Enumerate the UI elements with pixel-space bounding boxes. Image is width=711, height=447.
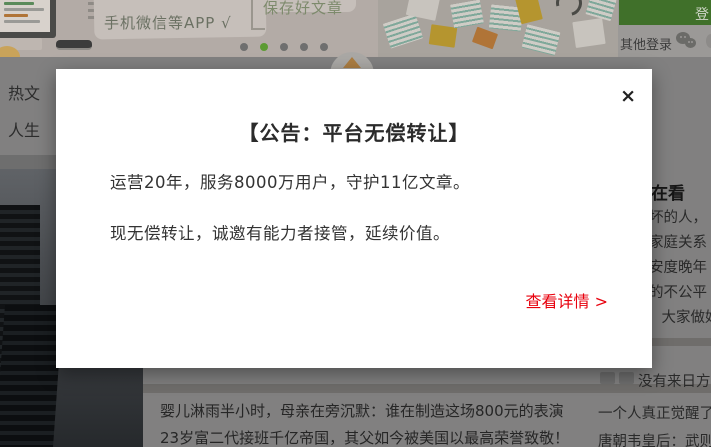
list-item[interactable]: 坏的人，: [649, 206, 707, 227]
sidebar-item-hot[interactable]: 热文: [8, 80, 40, 104]
banner-save-text: 保存好文章: [263, 0, 343, 18]
carousel-dot[interactable]: [300, 43, 308, 51]
close-icon[interactable]: ×: [620, 87, 636, 106]
modal-body-line: 运营20年，服务8000万用户，守护11亿文章。: [110, 169, 470, 193]
phone-illustration: [56, 40, 92, 50]
list-item[interactable]: 的不公平: [649, 281, 707, 302]
modal-body-line: 现无偿转让，诚邀有能力者接管，延续价值。: [110, 220, 450, 244]
list-item[interactable]: 一个人真正觉醒了: [598, 402, 711, 423]
wechat-icon[interactable]: [676, 32, 700, 52]
carousel-dots: [240, 43, 328, 51]
banner-slide-text: 手机微信等APP √: [104, 12, 232, 33]
article-title[interactable]: 婴儿淋雨半小时，母亲在旁沉默：谁在制造这场800元的表演: [160, 400, 564, 421]
announcement-modal: × 【公告：平台无偿转让】 运营20年，服务8000万用户，守护11亿文章。 现…: [56, 69, 652, 368]
view-details-link[interactable]: 查看详情 >: [526, 288, 609, 312]
other-login-label: 其他登录: [620, 34, 672, 53]
modal-title: 【公告：平台无偿转让】: [56, 117, 652, 146]
page-root: 手机微信等APP √ 保存好文章 登 其他登录: [0, 0, 711, 447]
list-item[interactable]: 唐朝韦皇后：武则: [598, 430, 711, 447]
qq-icon[interactable]: [706, 34, 711, 48]
carousel-banner: 手机微信等APP √ 保存好文章: [0, 0, 378, 57]
login-panel: 登 其他登录: [618, 0, 711, 57]
doodle-swirl: [551, 0, 587, 21]
faded-text-fragment: [619, 372, 634, 384]
monitor-illustration: [0, 0, 56, 38]
bracket-corner: [251, 28, 265, 30]
papers-collage-image: [378, 0, 618, 57]
triangle-up-icon[interactable]: [343, 57, 361, 68]
login-button[interactable]: 登: [619, 0, 711, 25]
bracket-line: [251, 0, 253, 30]
carousel-dot-active[interactable]: [260, 43, 268, 51]
list-item[interactable]: 家庭关系: [649, 231, 707, 252]
article-title[interactable]: 23岁富二代接班千亿帝国，其父如今被美国以最高荣誉致敬！: [160, 427, 569, 447]
carousel-dot[interactable]: [320, 43, 328, 51]
carousel-dot[interactable]: [240, 43, 248, 51]
list-item[interactable]: ，大家做好: [647, 306, 711, 327]
faded-text-fragment: [600, 372, 615, 384]
monitor-screen: [0, 0, 50, 32]
sidebar-item-life[interactable]: 人生: [8, 117, 40, 141]
list-item[interactable]: 安度晚年: [649, 256, 707, 277]
carousel-dot[interactable]: [280, 43, 288, 51]
list-item[interactable]: 没有来日方: [638, 370, 711, 391]
right-column-heading: 在看: [651, 179, 685, 204]
